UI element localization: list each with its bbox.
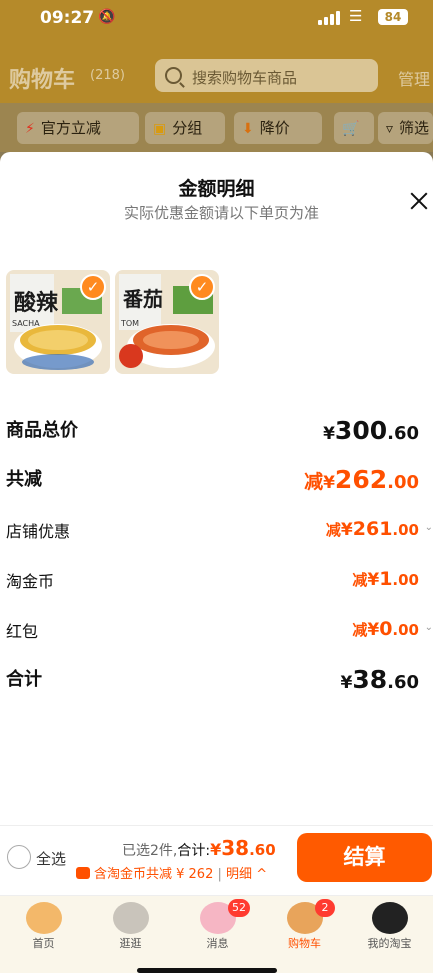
filter-official-discount[interactable]: ⚡ 官方立减 <box>17 112 139 144</box>
product-name: 番茄 <box>122 287 163 311</box>
coin-discount-info[interactable]: 含淘金币共减 ¥ 262 | 明细 ^ <box>76 863 267 882</box>
filter-label: 筛选 <box>399 119 430 137</box>
checkmark-icon: ✓ <box>189 274 215 300</box>
filter-group[interactable]: ▣ 分组 <box>145 112 225 144</box>
lightning-icon: ⚡ <box>25 121 35 137</box>
total-price-row: 商品总价 ¥300.60 <box>0 416 433 446</box>
sheet-title: 金额明细 <box>178 178 255 200</box>
battery-icon: 84 <box>378 9 408 25</box>
tab-label: 我的淘宝 <box>367 937 412 950</box>
funnel-icon: ▿ <box>386 121 394 137</box>
total-price-label: 商品总价 <box>6 420 78 441</box>
messages-badge: 52 <box>228 899 250 917</box>
cart-header: 购物车 (218) 搜索购物车商品 管理 <box>0 50 433 100</box>
sum-label: 合计 <box>6 669 42 690</box>
home-shiba-icon <box>26 902 62 934</box>
tab-home[interactable]: 首页 <box>0 896 87 973</box>
separator: | <box>217 867 222 882</box>
cart-search-input[interactable]: 搜索购物车商品 <box>155 59 378 92</box>
product-caption: TOM <box>120 319 139 328</box>
tab-label: 购物车 <box>288 937 321 950</box>
store-discount-row[interactable]: 店铺优惠 减¥261.00 ⌄ <box>0 518 433 548</box>
select-all-label[interactable]: 全选 <box>36 848 66 869</box>
search-icon <box>165 67 182 84</box>
home-indicator <box>137 968 277 973</box>
status-time: 09:27 <box>40 8 95 28</box>
filter-sift[interactable]: ▿ 筛选 <box>378 112 433 144</box>
filter-label: 官方立减 <box>40 119 101 137</box>
total-discount-label: 共减 <box>6 469 42 490</box>
cellular-signal-icon <box>318 11 342 25</box>
detail-link[interactable]: 明细 <box>226 867 252 882</box>
sum-value: ¥38.60 <box>340 665 419 694</box>
taojinbi-value: 减¥1.00 <box>352 568 419 590</box>
tab-cart[interactable]: 2 购物车 <box>261 896 348 973</box>
chevron-down-icon: ⌄ <box>424 622 433 633</box>
sheet-subtitle: 实际优惠金额请以下单页为准 <box>123 204 319 222</box>
my-penguin-icon <box>372 902 408 934</box>
red-packet-value: 减¥0.00 <box>352 618 419 640</box>
filter-label: 分组 <box>172 119 203 137</box>
cart-icon: 🛒 <box>342 121 360 137</box>
manage-button[interactable]: 管理 <box>398 66 430 90</box>
total-label: 合计: <box>177 843 211 859</box>
cart-count: (218) <box>90 68 125 83</box>
filter-price-drop[interactable]: ⬇ 降价 <box>234 112 322 144</box>
selected-count: 已选2件, <box>122 843 178 859</box>
total-price: ¥38.60 <box>210 836 276 860</box>
store-discount-value: 减¥261.00 <box>325 518 419 540</box>
product-thumbnail[interactable]: 番茄 TOM ✓ <box>115 270 219 374</box>
filter-label: 降价 <box>259 119 290 137</box>
sum-row: 合计 ¥38.60 <box>0 665 433 695</box>
cart-badge: 2 <box>315 899 335 917</box>
tab-browse[interactable]: 逛逛 <box>87 896 174 973</box>
red-packet-row[interactable]: 红包 减¥0.00 ⌄ <box>0 618 433 648</box>
total-price-value: ¥300.60 <box>323 416 419 445</box>
taojinbi-row: 淘金币 减¥1.00 <box>0 568 433 598</box>
coupon-icon <box>76 867 90 879</box>
chevron-down-icon: ⌄ <box>424 522 433 533</box>
tab-my-taobao[interactable]: 我的淘宝 <box>346 896 433 973</box>
mute-bell-icon: 🔕 <box>98 9 116 25</box>
tab-label: 消息 <box>206 937 229 950</box>
search-placeholder: 搜索购物车商品 <box>192 69 298 87</box>
store-discount-label: 店铺优惠 <box>6 522 71 541</box>
selected-summary: 已选2件,合计:¥38.60 <box>122 836 276 860</box>
select-all-checkbox[interactable] <box>7 845 31 869</box>
cart-title: 购物车 <box>9 68 76 93</box>
browse-cat-icon <box>113 902 149 934</box>
checkout-button[interactable]: 结算 <box>297 833 432 882</box>
tab-bar: 首页 逛逛 52 消息 2 购物车 我的淘宝 <box>0 895 433 973</box>
tab-label: 首页 <box>32 937 55 950</box>
checkout-bar: 全选 已选2件,合计:¥38.60 含淘金币共减 ¥ 262 | 明细 ^ 结算 <box>0 825 433 895</box>
filter-cart[interactable]: 🛒 <box>334 112 374 144</box>
checkmark-icon: ✓ <box>80 274 106 300</box>
status-bar: 09:27 🔕 ☰ 84 <box>0 0 433 36</box>
taojinbi-label: 淘金币 <box>6 572 55 591</box>
product-caption: SACHA <box>12 319 40 328</box>
chevron-up-icon: ^ <box>256 867 268 882</box>
folder-icon: ▣ <box>153 121 167 137</box>
red-packet-label: 红包 <box>6 622 39 641</box>
product-name: 酸辣 <box>14 290 59 316</box>
filter-bar: ⚡ 官方立减 ▣ 分组 ⬇ 降价 🛒 ▿ 筛选 <box>0 103 433 152</box>
close-icon[interactable] <box>408 188 433 214</box>
total-discount-row: 共减 减¥262.00 <box>0 465 433 495</box>
wifi-icon: ☰ <box>349 7 363 25</box>
amount-detail-sheet: 金额明细 实际优惠金额请以下单页为准 酸辣 SACHA ✓ 番茄 TOM ✓ 商… <box>0 152 433 895</box>
tab-label: 逛逛 <box>119 937 142 950</box>
tab-messages[interactable]: 52 消息 <box>174 896 261 973</box>
total-discount-value: 减¥262.00 <box>304 465 419 494</box>
coin-discount-text: 含淘金币共减 ¥ 262 <box>94 867 214 882</box>
arrow-down-icon: ⬇ <box>242 121 254 137</box>
product-thumbnail[interactable]: 酸辣 SACHA ✓ <box>6 270 110 374</box>
